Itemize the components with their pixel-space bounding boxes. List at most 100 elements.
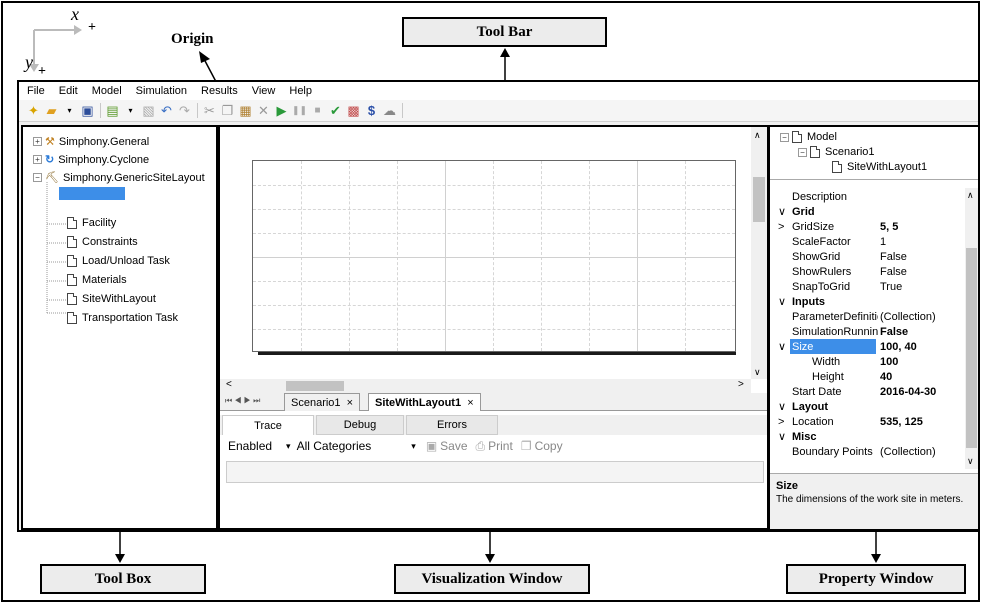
properties-icon[interactable]: ▧ (140, 102, 157, 119)
chevron-down-icon[interactable]: ∨ (778, 400, 786, 413)
scroll-thumb[interactable] (966, 248, 977, 448)
prop-row-snaptogrid[interactable]: SnapToGrid True (770, 279, 969, 294)
add-dropdown-icon[interactable]: ▾ (122, 102, 139, 119)
print-icon[interactable]: ⎙ (476, 439, 486, 454)
prop-category-grid[interactable]: ∨ Grid (770, 204, 969, 219)
open-dropdown-icon[interactable]: ▾ (61, 102, 78, 119)
chevron-right-icon[interactable]: > (778, 416, 784, 428)
prop-row-gridsize[interactable]: > GridSize 5, 5 (770, 219, 969, 234)
prop-row-height[interactable]: Height 40 (770, 369, 969, 384)
undo-icon[interactable]: ↶ (158, 102, 175, 119)
menu-model[interactable]: Model (84, 85, 128, 97)
toolbox-item-constraints[interactable]: Constraints (67, 236, 138, 248)
toolbox-item-sitewithlayout[interactable]: SiteWithLayout (67, 293, 156, 305)
tree-node-general[interactable]: + ⚒ Simphony.General (33, 135, 149, 148)
tree-node-cyclone[interactable]: + ↻ Simphony.Cyclone (33, 153, 149, 166)
stop-icon[interactable]: ■ (309, 102, 326, 119)
check-icon[interactable]: ✔ (327, 102, 344, 119)
chevron-down-icon[interactable]: ▾ (411, 441, 416, 452)
selected-tree-item[interactable] (59, 187, 125, 200)
prop-category-misc[interactable]: ∨ Misc (770, 429, 969, 444)
scroll-thumb[interactable] (753, 177, 765, 222)
save-output-icon[interactable]: ▣ (426, 439, 437, 453)
tab-trace[interactable]: Trace (222, 415, 314, 435)
chevron-down-icon[interactable]: ∨ (778, 340, 786, 353)
prop-row-size[interactable]: ∨ Size 100, 40 (770, 339, 969, 354)
prop-row-scalefactor[interactable]: ScaleFactor 1 (770, 234, 969, 249)
prop-row-width[interactable]: Width 100 (770, 354, 969, 369)
scroll-up-icon[interactable]: ∧ (754, 130, 761, 141)
tree-node-model[interactable]: − Model (780, 131, 837, 143)
delete-icon[interactable]: ✕ (255, 102, 272, 119)
tab-debug[interactable]: Debug (316, 415, 404, 435)
hscroll-thumb[interactable] (286, 381, 344, 391)
tab-errors[interactable]: Errors (406, 415, 498, 435)
categories-select[interactable]: All Categories (297, 439, 372, 453)
prop-row-description[interactable]: Description (770, 189, 969, 204)
toolbox-item-transportation-task[interactable]: Transportation Task (67, 312, 178, 324)
toolbox-item-load-unload-task[interactable]: Load/Unload Task (67, 255, 170, 267)
tab-scenario1[interactable]: Scenario1 × (284, 393, 361, 411)
prop-row-simulationrunning[interactable]: SimulationRunning False (770, 324, 969, 339)
tab-sitewithlayout1[interactable]: SiteWithLayout1 × (368, 393, 481, 411)
horizontal-scrollbar[interactable]: < > (220, 379, 751, 393)
vertical-scrollbar[interactable]: ∧ ∨ (751, 127, 767, 379)
new-icon[interactable]: ✦ (25, 102, 42, 119)
close-icon[interactable]: × (467, 397, 473, 409)
paste-icon[interactable]: ▦ (237, 102, 254, 119)
chevron-down-icon[interactable]: ∨ (778, 205, 786, 218)
copy-output-icon[interactable]: ❐ (521, 439, 532, 453)
site-grid[interactable] (252, 160, 736, 352)
chevron-down-icon[interactable]: ▾ (286, 441, 291, 452)
redo-icon[interactable]: ↷ (176, 102, 193, 119)
cost-icon[interactable]: $ (363, 102, 380, 119)
prop-row-boundarypoints[interactable]: Boundary Points (Collection) (770, 444, 969, 459)
output-text-area[interactable] (226, 461, 764, 483)
tree-node-sitewithlayout1[interactable]: SiteWithLayout1 (832, 161, 927, 173)
add-element-icon[interactable]: ▤ (104, 102, 121, 119)
save-icon[interactable]: ▣ (79, 102, 96, 119)
scroll-left-icon[interactable]: < (226, 379, 232, 390)
expand-icon[interactable]: + (33, 155, 42, 164)
enabled-select[interactable]: Enabled (228, 439, 272, 453)
canvas-area[interactable] (220, 127, 751, 379)
menu-simulation[interactable]: Simulation (128, 85, 193, 97)
menu-file[interactable]: File (19, 85, 51, 97)
copy-button[interactable]: Copy (535, 439, 563, 453)
prop-row-parameterdefinitions[interactable]: ParameterDefinitic (Collection) (770, 309, 969, 324)
prop-row-showrulers[interactable]: ShowRulers False (770, 264, 969, 279)
chevron-down-icon[interactable]: ∨ (778, 430, 786, 443)
scroll-down-icon[interactable]: ∨ (967, 456, 974, 467)
scroll-down-icon[interactable]: ∨ (754, 367, 761, 378)
prop-category-inputs[interactable]: ∨ Inputs (770, 294, 969, 309)
menu-help[interactable]: Help (281, 85, 318, 97)
toolbox-item-materials[interactable]: Materials (67, 274, 127, 286)
open-icon[interactable]: ▰ (43, 102, 60, 119)
tab-nav-icons[interactable]: ⏮ ◀ ▶ ⏭ (225, 396, 260, 406)
menu-edit[interactable]: Edit (51, 85, 84, 97)
menu-results[interactable]: Results (193, 85, 244, 97)
scroll-up-icon[interactable]: ∧ (967, 190, 974, 201)
cloud-icon[interactable]: ☁ (381, 102, 398, 119)
collapse-icon[interactable]: − (798, 147, 807, 157)
run-icon[interactable]: ▶ (273, 102, 290, 119)
print-button[interactable]: Print (488, 439, 513, 453)
scroll-right-icon[interactable]: > (738, 379, 744, 390)
tree-node-scenario1[interactable]: − Scenario1 (798, 146, 875, 158)
copy-icon[interactable]: ❐ (219, 102, 236, 119)
report-icon[interactable]: ▩ (345, 102, 362, 119)
collapse-icon[interactable]: − (780, 132, 789, 142)
prop-row-location[interactable]: > Location 535, 125 (770, 414, 969, 429)
chevron-down-icon[interactable]: ∨ (778, 295, 786, 308)
menu-view[interactable]: View (244, 85, 282, 97)
pause-icon[interactable]: ❚❚ (291, 102, 308, 119)
cut-icon[interactable]: ✂ (201, 102, 218, 119)
prop-row-showgrid[interactable]: ShowGrid False (770, 249, 969, 264)
property-scrollbar[interactable]: ∧ ∨ (965, 188, 978, 469)
save-output-button[interactable]: Save (440, 439, 467, 453)
collapse-icon[interactable]: − (33, 173, 42, 182)
prop-category-layout[interactable]: ∨ Layout (770, 399, 969, 414)
toolbox-item-facility[interactable]: Facility (67, 217, 116, 229)
prop-row-startdate[interactable]: Start Date 2016-04-30 (770, 384, 969, 399)
expand-icon[interactable]: + (33, 137, 42, 146)
